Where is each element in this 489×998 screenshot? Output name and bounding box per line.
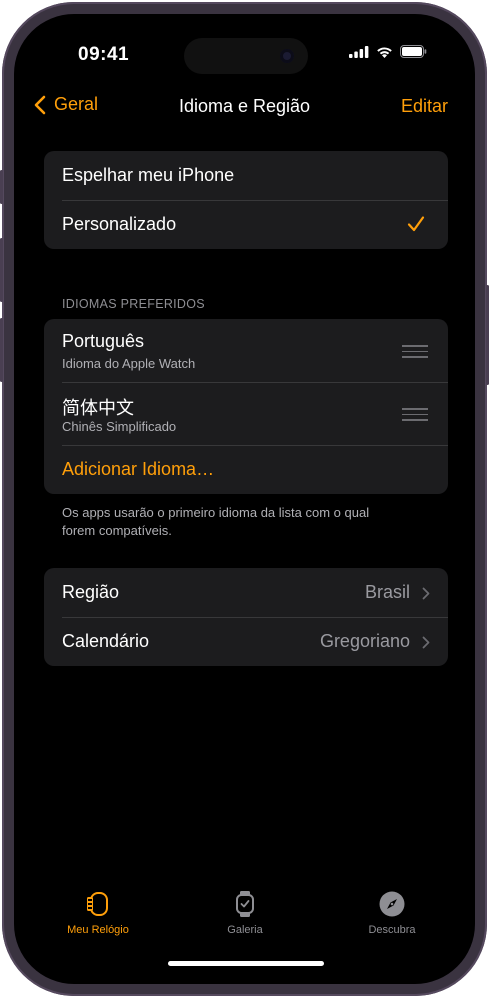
- mode-option-label: Personalizado: [62, 214, 177, 234]
- screen: 09:41 Geral Idioma e Região Editar Espel…: [14, 14, 475, 984]
- region-group: Região Brasil Calendário Gregoriano: [44, 568, 448, 666]
- tab-label: Descubra: [368, 924, 416, 936]
- language-subtitle: Chinês Simplificado: [62, 419, 177, 434]
- status-time: 09:41: [78, 44, 130, 65]
- calendar-row[interactable]: Calendário Gregoriano: [44, 617, 448, 666]
- home-indicator[interactable]: [168, 961, 324, 966]
- tab-label: Meu Relógio: [67, 924, 129, 936]
- language-row-chinese[interactable]: 简体中文 Chinês Simplificado: [44, 382, 448, 445]
- calendar-value: Gregoriano: [319, 631, 410, 651]
- tab-label: Galeria: [227, 924, 263, 936]
- compass-icon: [379, 891, 405, 917]
- tab-gallery[interactable]: Galeria: [185, 888, 305, 936]
- language-subtitle: Idioma do Apple Watch: [62, 356, 196, 371]
- languages-footer-note: Os apps usarão o primeiro idioma da list…: [62, 505, 370, 538]
- action-button: [0, 170, 3, 204]
- language-name: 简体中文: [62, 398, 134, 418]
- watch-face-icon: [87, 892, 108, 916]
- camera-icon: [280, 49, 294, 63]
- mode-option-custom[interactable]: Personalizado: [44, 200, 448, 249]
- mode-option-mirror[interactable]: Espelhar meu iPhone: [44, 151, 448, 200]
- language-name: Português: [62, 331, 145, 351]
- languages-group: Português Idioma do Apple Watch 简体中文 Chi…: [44, 319, 448, 494]
- mode-option-label: Espelhar meu iPhone: [62, 165, 235, 185]
- watch-icon: [236, 891, 254, 917]
- navigation-bar: Geral Idioma e Região Editar: [14, 94, 475, 124]
- region-value: Brasil: [364, 582, 410, 602]
- add-language-button[interactable]: Adicionar Idioma…: [44, 445, 448, 494]
- cellular-signal-icon: [349, 45, 369, 58]
- edit-button[interactable]: Editar: [401, 96, 448, 117]
- section-header-languages: IDIOMAS PREFERIDOS: [62, 297, 205, 311]
- battery-icon: [400, 45, 427, 58]
- tab-discover[interactable]: Descubra: [332, 888, 452, 936]
- volume-down-button: [0, 318, 3, 382]
- checkmark-icon: [407, 216, 425, 232]
- calendar-label: Calendário: [62, 631, 150, 651]
- region-row[interactable]: Região Brasil: [44, 568, 448, 617]
- chevron-right-icon: [422, 587, 430, 600]
- volume-up-button: [0, 238, 3, 302]
- chevron-right-icon: [422, 636, 430, 649]
- reorder-handle-icon[interactable]: [402, 345, 428, 362]
- wifi-icon: [377, 46, 392, 58]
- status-icons: [349, 45, 427, 58]
- add-language-label: Adicionar Idioma…: [62, 459, 215, 479]
- reorder-handle-icon[interactable]: [402, 408, 428, 425]
- tab-my-watch[interactable]: Meu Relógio: [38, 888, 158, 936]
- mode-group: Espelhar meu iPhone Personalizado: [44, 151, 448, 249]
- language-row-portuguese[interactable]: Português Idioma do Apple Watch: [44, 319, 448, 382]
- region-label: Região: [62, 582, 120, 602]
- status-bar: 09:41: [14, 14, 475, 74]
- dynamic-island: [184, 38, 308, 74]
